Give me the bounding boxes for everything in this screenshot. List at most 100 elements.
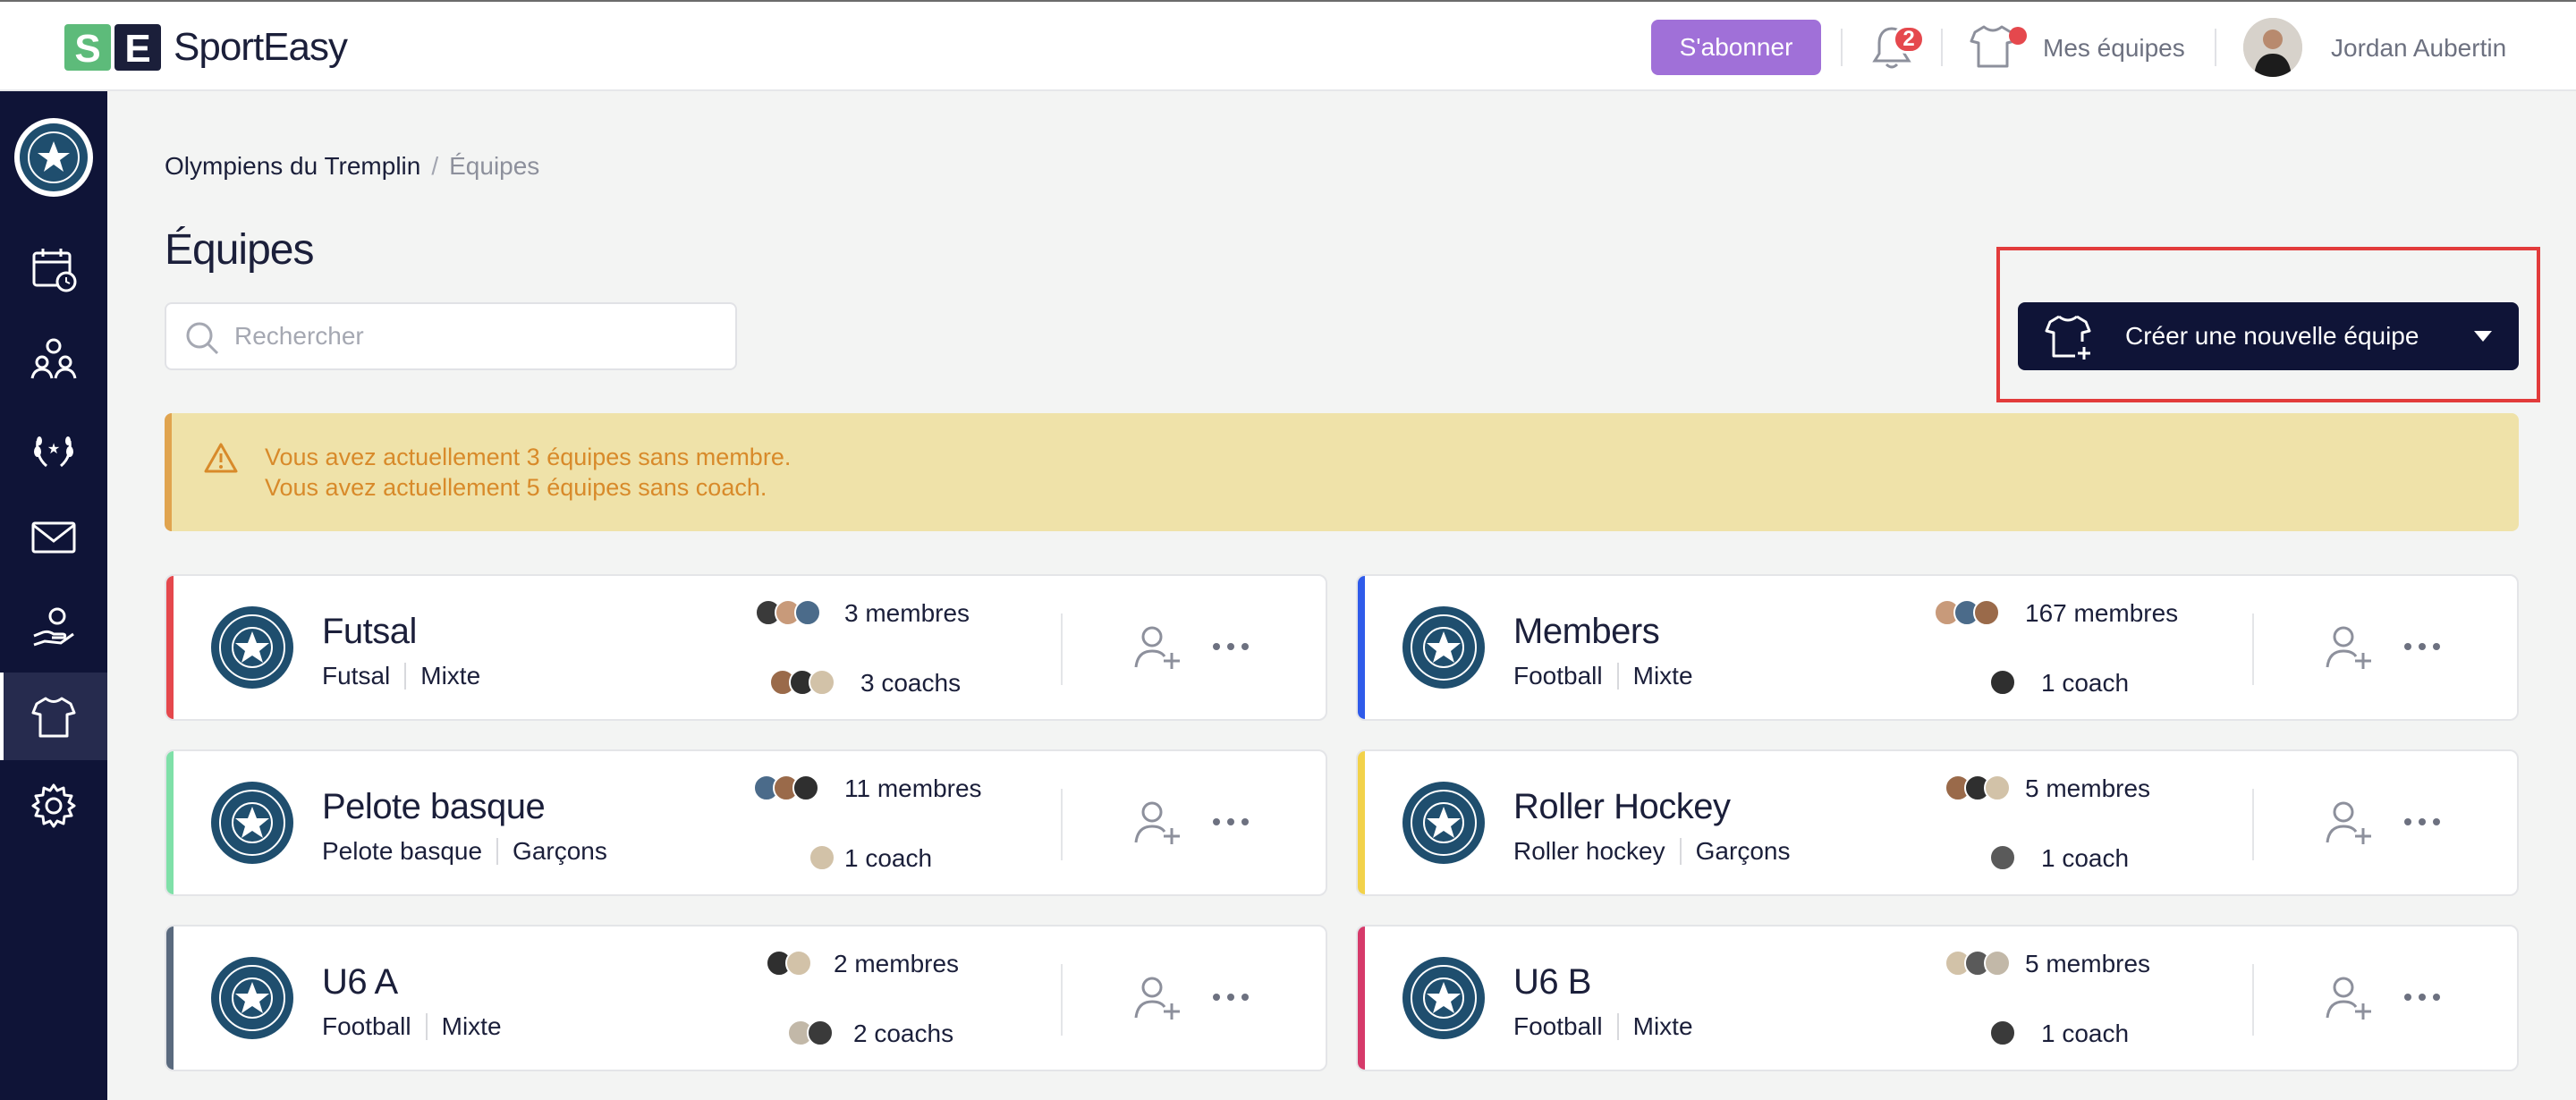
club-crest-icon: [20, 123, 88, 191]
team-accent: [1358, 751, 1365, 894]
sidebar-item-settings[interactable]: [0, 762, 107, 850]
my-teams-link[interactable]: Mes équipes: [2043, 34, 2185, 63]
team-coaches-count[interactable]: 2 coachs: [853, 1020, 953, 1048]
member-avatar: [1984, 950, 2011, 977]
team-coaches-count[interactable]: 1 coach: [2041, 1020, 2129, 1048]
team-sport: Roller hockey: [1513, 837, 1665, 865]
search-input[interactable]: [234, 315, 717, 358]
search-box[interactable]: [165, 302, 737, 370]
team-card[interactable]: Roller Hockey Roller hockey Garçons 5 me…: [1356, 749, 2519, 896]
team-accent: [166, 751, 174, 894]
team-coaches-count[interactable]: 1 coach: [2041, 844, 2129, 873]
card-divider: [1061, 964, 1063, 1036]
warning-icon: [204, 443, 238, 473]
sporteasy-logo[interactable]: S E SportEasy: [64, 23, 348, 72]
card-divider: [2252, 613, 2254, 685]
add-member-icon[interactable]: [2324, 798, 2374, 848]
team-members-count[interactable]: 11 membres: [844, 774, 982, 803]
team-card[interactable]: Pelote basque Pelote basque Garçons 11 m…: [165, 749, 1327, 896]
team-crest-icon: [211, 957, 293, 1039]
calendar-icon: [32, 249, 77, 292]
team-name[interactable]: Pelote basque: [322, 787, 546, 827]
more-options-icon[interactable]: [2402, 984, 2442, 1011]
breadcrumb: Olympiens du Tremplin / Équipes: [165, 152, 539, 181]
member-avatar: [792, 774, 819, 801]
subscribe-button[interactable]: S'abonner: [1651, 20, 1821, 75]
create-team-button[interactable]: Créer une nouvelle équipe: [2018, 302, 2519, 370]
team-members-count[interactable]: 3 membres: [844, 599, 970, 628]
coach-avatars: [809, 844, 835, 871]
member-avatars: [1945, 950, 2011, 977]
user-avatar[interactable]: [2243, 18, 2302, 77]
team-crest-icon: [1402, 957, 1485, 1039]
sidebar-item-payments[interactable]: [0, 583, 107, 671]
breadcrumb-club[interactable]: Olympiens du Tremplin: [165, 152, 420, 180]
more-options-icon[interactable]: [1211, 633, 1250, 660]
add-member-icon[interactable]: [1132, 973, 1182, 1023]
coach-avatar: [807, 1020, 834, 1046]
team-card[interactable]: U6 B Football Mixte 5 membres 1 coach: [1356, 925, 2519, 1071]
team-members-count[interactable]: 2 membres: [834, 950, 959, 978]
coach-avatar: [1989, 669, 2016, 696]
add-member-icon[interactable]: [1132, 622, 1182, 673]
club-logo[interactable]: [14, 118, 93, 197]
top-bar: S E SportEasy S'abonner 2 Mes équipes Jo…: [0, 0, 2576, 91]
team-members-count[interactable]: 167 membres: [2025, 599, 2178, 628]
meta-divider: [1679, 838, 1682, 865]
coach-avatar: [1989, 1020, 2016, 1046]
sidebar-item-teams[interactable]: [0, 673, 107, 760]
team-sport: Football: [322, 1012, 411, 1040]
team-members-count[interactable]: 5 membres: [2025, 950, 2150, 978]
team-name[interactable]: Futsal: [322, 612, 417, 652]
team-coaches-count[interactable]: 3 coachs: [860, 669, 961, 698]
coach-avatars: [769, 669, 835, 696]
sidebar-item-calendar[interactable]: [0, 225, 107, 313]
team-card[interactable]: U6 A Football Mixte 2 membres 2 coachs: [165, 925, 1327, 1071]
card-divider: [2252, 789, 2254, 860]
meta-divider: [1616, 663, 1619, 690]
hand-icon: [33, 607, 74, 647]
coach-avatars: [1989, 669, 2016, 696]
sidebar-item-members[interactable]: [0, 315, 107, 402]
add-member-icon[interactable]: [1132, 798, 1182, 848]
settings-icon: [31, 783, 76, 828]
team-name[interactable]: U6 A: [322, 962, 398, 1003]
add-member-icon[interactable]: [2324, 973, 2374, 1023]
notification-count-badge: 2: [1893, 25, 1925, 54]
team-members-count[interactable]: 5 membres: [2025, 774, 2150, 803]
more-options-icon[interactable]: [1211, 984, 1250, 1011]
user-name[interactable]: Jordan Aubertin: [2331, 34, 2506, 63]
team-coaches-count[interactable]: 1 coach: [2041, 669, 2129, 698]
coach-avatar: [809, 669, 835, 696]
add-member-icon[interactable]: [2324, 622, 2374, 673]
more-options-icon[interactable]: [1211, 808, 1250, 835]
chevron-down-icon[interactable]: [2474, 331, 2492, 342]
meta-divider: [425, 1013, 428, 1040]
team-name[interactable]: Members: [1513, 612, 1660, 652]
meta-divider: [404, 663, 407, 690]
member-avatar: [1973, 599, 2000, 626]
user-avatar-image: [2243, 18, 2302, 77]
team-gender: Garçons: [1695, 837, 1791, 865]
sidebar-item-competitions[interactable]: ★: [0, 404, 107, 492]
member-avatar: [785, 950, 812, 977]
coach-avatars: [787, 1020, 834, 1046]
my-teams-alert-dot: [2009, 27, 2027, 45]
more-options-icon[interactable]: [2402, 808, 2442, 835]
team-accent: [166, 576, 174, 719]
team-accent: [166, 927, 174, 1070]
team-gender: Mixte: [1632, 1012, 1693, 1040]
sidebar-item-messages[interactable]: [0, 494, 107, 581]
svg-text:S: S: [74, 27, 100, 71]
team-meta: Football Mixte: [1513, 1012, 1693, 1041]
team-card[interactable]: Futsal Futsal Mixte 3 membres 3 coachs: [165, 574, 1327, 721]
team-accent: [1358, 576, 1365, 719]
card-divider: [1061, 789, 1063, 860]
team-name[interactable]: Roller Hockey: [1513, 787, 1731, 827]
team-card[interactable]: Members Football Mixte 167 membres 1 coa…: [1356, 574, 2519, 721]
team-coaches-count[interactable]: 1 coach: [844, 844, 932, 873]
team-name[interactable]: U6 B: [1513, 962, 1591, 1003]
more-options-icon[interactable]: [2402, 633, 2442, 660]
member-avatar: [794, 599, 821, 626]
team-crest-icon: [211, 782, 293, 864]
